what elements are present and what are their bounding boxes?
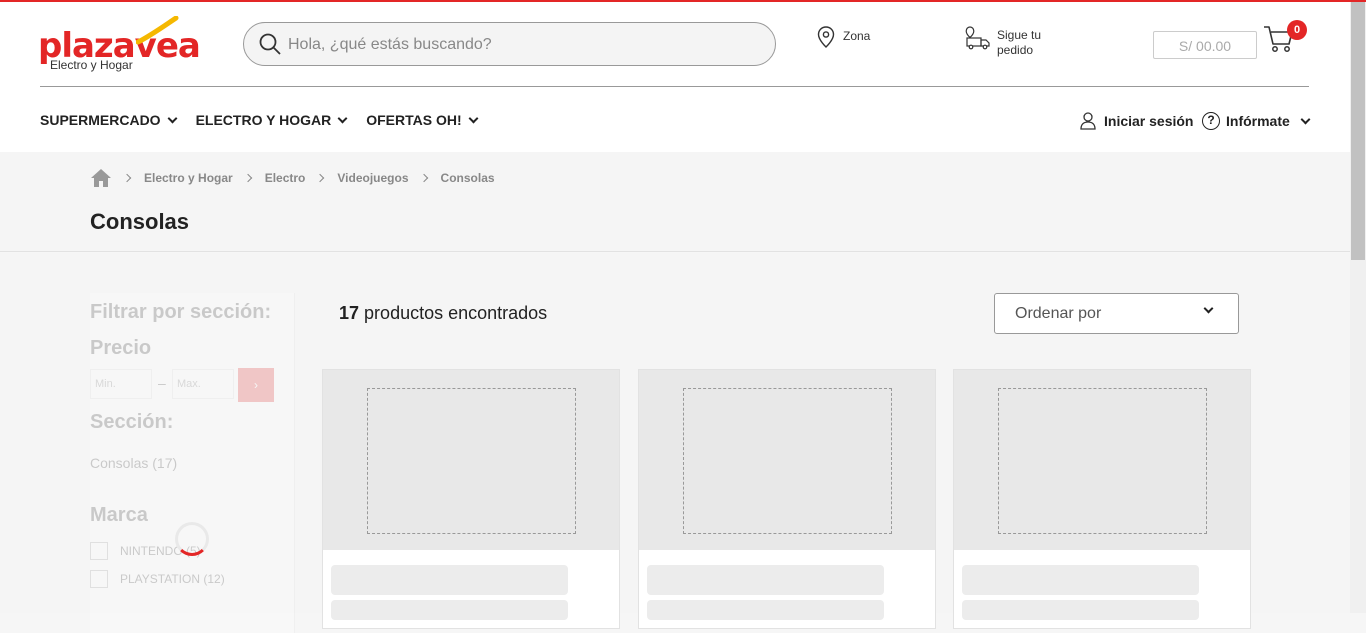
breadcrumb-separator-icon [419,173,428,183]
filter-panel: Filtrar por sección: Precio – › Sección:… [90,293,295,633]
product-listing: Filtrar por sección: Precio – › Sección:… [0,253,1350,633]
search-input[interactable] [288,33,758,57]
results-count-number: 17 [339,303,360,323]
nav-item-supermercado[interactable]: SUPERMERCADO [40,112,178,128]
price-filter-title: Precio [90,337,152,359]
product-card-skeleton[interactable] [638,369,936,629]
informate-menu[interactable]: ? Infórmate [1202,112,1311,130]
breadcrumb-separator-icon [316,173,325,183]
sort-label: Ordenar por [1015,305,1102,322]
filter-title: Filtrar por sección: [90,301,272,323]
price-apply-button[interactable]: › [238,368,274,402]
breadcrumb-item[interactable]: Consolas [441,171,495,185]
scrollbar-thumb[interactable] [1351,2,1365,260]
track-order-link[interactable]: Sigue tu pedido [965,26,1057,58]
nav-item-ofertas[interactable]: OFERTAS OH! [366,112,479,128]
section-filter-title: Sección: [90,411,174,433]
nav-item-label: OFERTAS OH! [366,112,462,128]
user-icon [1080,112,1096,130]
brand-checkbox[interactable] [90,570,108,588]
brand-logo[interactable]: plazavea Electro y Hogar [38,16,201,76]
truck-icon [965,26,990,50]
chevron-down-icon [167,113,178,123]
main-nav: SUPERMERCADO ELECTRO Y HOGAR OFERTAS OH! [40,112,479,128]
brand-checkbox[interactable] [90,542,108,560]
cart-amount: S/ 00.00 [1153,31,1257,59]
header-divider [40,86,1309,87]
product-card-skeleton[interactable] [322,369,620,629]
skeleton-line [331,600,568,620]
skeleton-line [331,565,568,595]
help-circle-icon: ? [1202,112,1220,130]
breadcrumb-item[interactable]: Videojuegos [337,171,408,185]
product-image-placeholder [954,370,1250,550]
brand-subtitle: Electro y Hogar [50,58,133,72]
product-image-placeholder [639,370,935,550]
price-min-input[interactable] [90,369,152,399]
skeleton-line [962,600,1199,620]
skeleton-line [647,600,884,620]
breadcrumb-section: Electro y Hogar Electro Videojuegos Cons… [0,152,1350,252]
breadcrumb-item[interactable]: Electro [265,171,306,185]
informate-label: Infórmate [1226,113,1290,129]
price-max-input[interactable] [172,369,234,399]
image-dashed-frame [367,388,576,534]
skeleton-line [962,565,1199,595]
breadcrumb: Electro y Hogar Electro Videojuegos Cons… [90,168,495,188]
login-link[interactable]: Iniciar sesión [1080,112,1193,130]
brand-filter-title: Marca [90,504,148,526]
location-pin-icon [817,26,835,48]
skeleton-line [647,565,884,595]
price-range-dash: – [158,375,166,391]
nav-item-electro-hogar[interactable]: ELECTRO Y HOGAR [195,112,348,128]
nav-item-label: ELECTRO Y HOGAR [195,112,332,128]
section-filter-item[interactable]: Consolas (17) [90,455,177,471]
brand-filter-item[interactable]: PLAYSTATION (12) [120,572,225,586]
results-count: 17 productos encontrados [339,303,547,324]
logo-swoosh-icon [136,16,179,45]
loading-spinner-icon [175,522,209,556]
breadcrumb-separator-icon [243,173,252,183]
zona-label: Zona [843,29,871,43]
login-label: Iniciar sesión [1104,113,1194,129]
sort-dropdown[interactable]: Ordenar por [994,293,1239,334]
search-icon[interactable] [258,32,282,56]
page-title: Consolas [90,209,190,234]
search-bar[interactable] [243,22,776,66]
chevron-down-icon [468,113,479,123]
image-dashed-frame [998,388,1207,534]
nav-item-label: SUPERMERCADO [40,112,161,128]
chevron-down-icon [337,113,348,123]
results-count-label: productos encontrados [364,303,548,323]
product-card-skeleton[interactable] [953,369,1251,629]
home-icon[interactable] [90,168,112,188]
breadcrumb-separator-icon [122,173,132,183]
track-order-label: Sigue tu pedido [997,28,1042,57]
product-image-placeholder [323,370,619,550]
chevron-down-icon [1300,114,1311,124]
site-header: plazavea Electro y Hogar Zona Sigue tu p… [0,2,1350,152]
chevron-down-icon [1203,303,1214,314]
cart-count-badge: 0 [1287,20,1307,40]
breadcrumb-item[interactable]: Electro y Hogar [144,171,233,185]
image-dashed-frame [683,388,892,534]
zona-selector[interactable]: Zona [817,26,870,48]
